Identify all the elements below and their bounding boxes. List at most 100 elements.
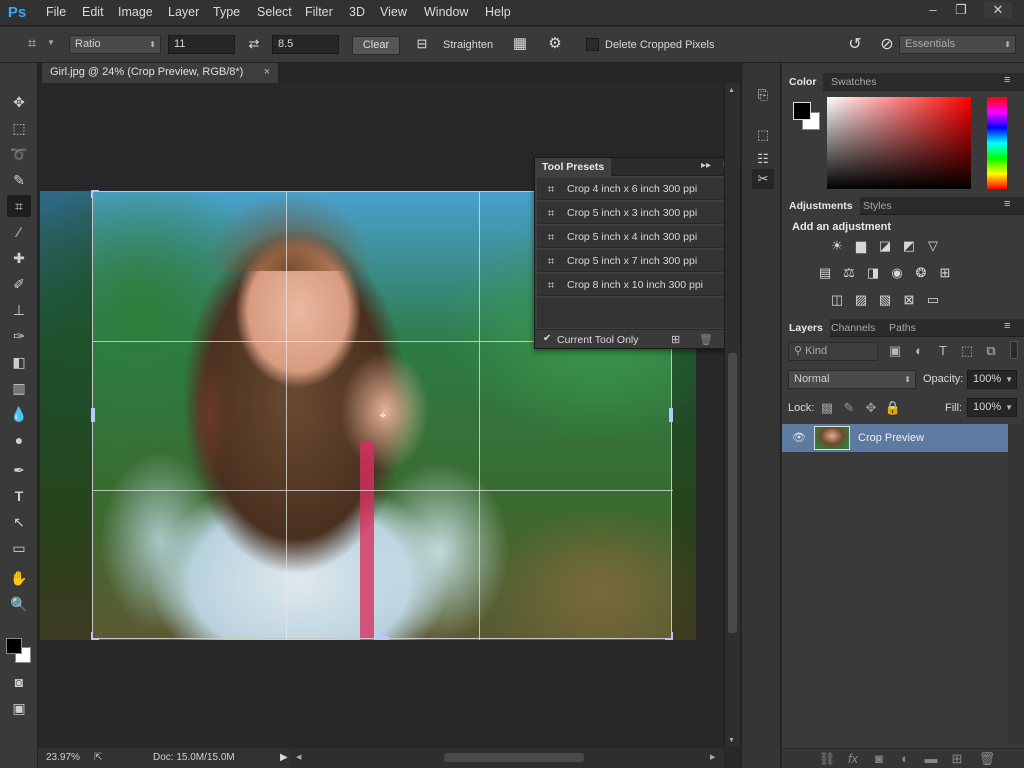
layers-scrollbar[interactable]: [1008, 424, 1024, 744]
marquee-tool-icon[interactable]: ⬚: [7, 117, 31, 139]
menu-edit[interactable]: Edit: [82, 5, 104, 19]
trash-icon[interactable]: 🗑: [978, 751, 996, 767]
menu-layer[interactable]: Layer: [168, 5, 199, 19]
minimize-icon[interactable]: –: [920, 2, 946, 18]
tab-close-icon[interactable]: ×: [264, 63, 270, 82]
width-input[interactable]: 11: [168, 35, 235, 54]
tab-styles[interactable]: Styles: [856, 197, 899, 215]
crop-tool-icon[interactable]: ⌗: [7, 195, 31, 217]
horizontal-scrollbar[interactable]: ◀ ▶: [290, 748, 724, 768]
levels-icon[interactable]: ▆: [852, 238, 870, 254]
exposure-icon[interactable]: ◩: [900, 238, 918, 254]
invert-icon[interactable]: ◫: [828, 292, 846, 308]
menu-help[interactable]: Help: [485, 5, 511, 19]
filter-smart-icon[interactable]: ⧉: [982, 343, 1000, 359]
filter-type-icon[interactable]: T: [934, 343, 952, 359]
crop-handle[interactable]: [91, 408, 95, 422]
tab-swatches[interactable]: Swatches: [824, 73, 884, 91]
crop-handle[interactable]: [91, 190, 99, 198]
filter-toggle[interactable]: [1010, 341, 1018, 359]
clone-stamp-tool-icon[interactable]: ⊥: [7, 299, 31, 321]
shape-tool-icon[interactable]: ▭: [7, 537, 31, 559]
link-icon[interactable]: ⛓: [818, 751, 836, 767]
lock-transparent-icon[interactable]: ▩: [818, 400, 836, 416]
gear-icon[interactable]: ⚙: [545, 34, 565, 54]
selective-color-icon[interactable]: ⊠: [900, 292, 918, 308]
menu-image[interactable]: Image: [118, 5, 153, 19]
height-input[interactable]: 8.5: [272, 35, 339, 54]
threshold-icon[interactable]: ▧: [876, 292, 894, 308]
screen-mode-icon[interactable]: ▣: [7, 697, 31, 719]
eyedropper-tool-icon[interactable]: ⁄: [7, 221, 31, 243]
adjustment-layer-icon[interactable]: ◐: [896, 751, 914, 767]
menu-file[interactable]: File: [46, 5, 66, 19]
scroll-down-icon[interactable]: ▼: [728, 737, 735, 744]
move-tool-icon[interactable]: ✥: [7, 91, 31, 113]
color-lookup-icon[interactable]: ⊞: [936, 265, 954, 281]
menu-type[interactable]: Type: [213, 5, 240, 19]
scroll-left-icon[interactable]: ◀: [296, 753, 301, 761]
tab-color[interactable]: Color: [782, 73, 824, 91]
menu-select[interactable]: Select: [257, 5, 292, 19]
vibrance-icon[interactable]: ▽: [924, 238, 942, 254]
panel-menu-icon[interactable]: ≡: [1004, 320, 1010, 332]
gradient-tool-icon[interactable]: ▥: [7, 377, 31, 399]
preset-item[interactable]: ⌗ Crop 8 inch x 10 inch 300 ppi: [537, 274, 725, 296]
collapse-icon[interactable]: ▸▸: [701, 160, 711, 171]
history-icon[interactable]: ⎘: [752, 85, 774, 105]
quick-mask-icon[interactable]: ◙: [7, 671, 31, 693]
crop-handle[interactable]: [669, 408, 673, 422]
menu-window[interactable]: Window: [424, 5, 468, 19]
straighten-button[interactable]: Straighten: [443, 39, 493, 51]
lasso-tool-icon[interactable]: ➰: [7, 143, 31, 165]
delete-cropped-checkbox[interactable]: [586, 38, 599, 51]
status-menu-icon[interactable]: ▶: [280, 748, 288, 768]
layer-row[interactable]: 👁 Crop Preview: [782, 424, 1008, 452]
dodge-tool-icon[interactable]: ●: [7, 429, 31, 451]
channel-mixer-icon[interactable]: ❂: [912, 265, 930, 281]
reset-icon[interactable]: ↺: [845, 34, 865, 54]
lock-all-icon[interactable]: 🔒: [884, 400, 902, 416]
restore-icon[interactable]: ❐: [948, 2, 974, 18]
fx-icon[interactable]: fx: [844, 751, 862, 767]
menu-3d[interactable]: 3D: [349, 5, 365, 19]
lock-position-icon[interactable]: ✥: [862, 400, 880, 416]
preset-item[interactable]: ⌗ Crop 4 inch x 6 inch 300 ppi: [537, 178, 725, 200]
panel-menu-icon[interactable]: ≡: [1004, 198, 1010, 210]
ratio-select[interactable]: Ratio ⬍: [69, 35, 161, 54]
tab-paths[interactable]: Paths: [882, 319, 923, 337]
fill-input[interactable]: 100% ▼: [967, 398, 1017, 417]
tab-adjustments[interactable]: Adjustments: [782, 197, 860, 215]
scroll-up-icon[interactable]: ▲: [728, 87, 735, 94]
lock-image-icon[interactable]: ✎: [840, 400, 858, 416]
type-tool-icon[interactable]: T: [7, 485, 31, 507]
brush-tool-icon[interactable]: ✐: [7, 273, 31, 295]
color-balance-icon[interactable]: ⚖: [840, 265, 858, 281]
tab-channels[interactable]: Channels: [824, 319, 882, 337]
black-white-icon[interactable]: ◨: [864, 265, 882, 281]
mask-icon[interactable]: ◙: [870, 751, 888, 767]
filter-adjustment-icon[interactable]: ◐: [910, 343, 928, 359]
info-icon[interactable]: ☷: [752, 149, 774, 169]
chevron-down-icon[interactable]: ▼: [47, 38, 55, 47]
posterize-icon[interactable]: ▨: [852, 292, 870, 308]
healing-brush-tool-icon[interactable]: ✚: [7, 247, 31, 269]
crop-tool-icon[interactable]: ⌗: [22, 35, 42, 55]
tool-presets-icon[interactable]: ✂: [752, 169, 774, 189]
color-field[interactable]: [827, 97, 971, 189]
blend-mode-select[interactable]: Normal ⬍: [788, 370, 916, 389]
properties-icon[interactable]: ⬚: [752, 125, 774, 145]
history-brush-tool-icon[interactable]: ✑: [7, 325, 31, 347]
chevron-down-icon[interactable]: ▼: [1005, 371, 1013, 388]
crop-handle[interactable]: [665, 632, 673, 640]
horizontal-scroll-thumb[interactable]: [444, 753, 584, 762]
hand-tool-icon[interactable]: ✋: [7, 567, 31, 589]
clear-button[interactable]: Clear: [352, 36, 400, 55]
current-tool-checkbox[interactable]: ✔: [543, 333, 551, 344]
hue-slider[interactable]: [987, 97, 1007, 189]
vertical-scrollbar[interactable]: ▲ ▼: [724, 83, 740, 747]
preset-item[interactable]: ⌗ Crop 5 inch x 4 inch 300 ppi: [537, 226, 725, 248]
layer-name[interactable]: Crop Preview: [858, 432, 924, 444]
vertical-scroll-thumb[interactable]: [728, 353, 737, 633]
tab-layers[interactable]: Layers: [782, 319, 830, 337]
